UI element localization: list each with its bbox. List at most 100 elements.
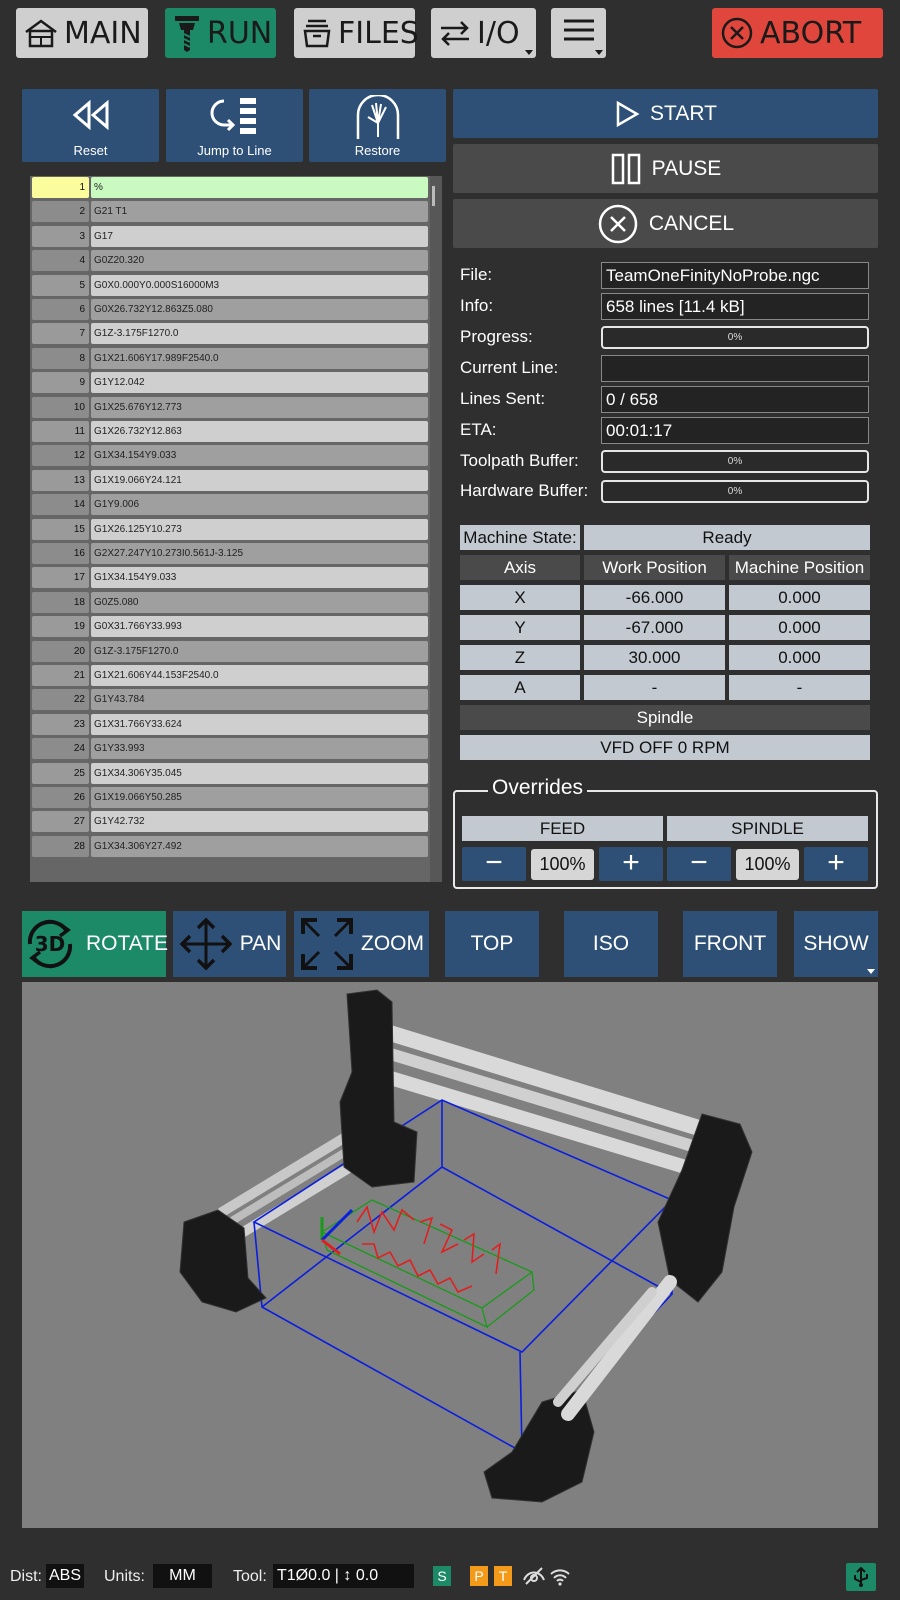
axis-z-name: Z: [460, 645, 580, 670]
view-front-button[interactable]: FRONT: [683, 911, 777, 977]
gcode-line-row[interactable]: 17 G1X34.154Y9.033: [30, 566, 442, 589]
axis-a-name: A: [460, 675, 580, 700]
view-iso-label: ISO: [592, 932, 630, 955]
hardware-buffer-bar: 0%: [601, 480, 869, 503]
gcode-line-row[interactable]: 5 G0X0.000Y0.000S16000M3: [30, 274, 442, 296]
hardware-buffer-row: Hardware Buffer: 0%: [460, 478, 870, 505]
gcode-line-row[interactable]: 28 G1X34.306Y27.492: [30, 835, 442, 857]
gcode-line-row[interactable]: 24 G1Y33.993: [30, 737, 442, 760]
machine-state-value: Ready: [584, 525, 870, 550]
dist-label: Dist:: [10, 1568, 42, 1585]
gcode-line-number: 28: [32, 835, 89, 857]
rotate-label: ROTATE: [85, 932, 169, 955]
restore-button[interactable]: Restore: [309, 89, 446, 162]
hardware-buffer-text: 0%: [727, 486, 743, 497]
gcode-line-text: G1X25.676Y12.773: [91, 396, 428, 418]
axis-a-machine: -: [729, 675, 870, 700]
gcode-line-number: 25: [32, 762, 89, 784]
dist-value: ABS: [46, 1564, 84, 1588]
feed-override-value: 100%: [531, 849, 594, 880]
gcode-line-text: G1X34.306Y35.045: [91, 762, 428, 784]
nav-io-button[interactable]: I/O: [431, 8, 536, 58]
gantry-parts: [179, 989, 753, 1503]
gcode-line-row[interactable]: 6 G0X26.732Y12.863Z5.080: [30, 298, 442, 320]
gcode-listing[interactable]: 1% 2 G21 T1 3 G17 4 G0Z20.320 5 G0X0.000Y0.000S1…: [30, 176, 442, 882]
axis-z-work: 30.000: [584, 645, 725, 670]
feed-decrease-button[interactable]: −: [462, 847, 526, 881]
spindle-increase-button[interactable]: +: [804, 847, 868, 881]
reset-button[interactable]: Reset: [22, 89, 159, 162]
view-iso-button[interactable]: ISO: [564, 911, 658, 977]
gcode-line-number: 24: [32, 738, 89, 760]
gcode-scrollbar-thumb[interactable]: [432, 186, 435, 206]
nav-run-button[interactable]: RUN: [165, 8, 276, 58]
gcode-line-row[interactable]: 1%: [30, 176, 442, 198]
nav-run-label: RUN: [207, 15, 273, 51]
view-top-button[interactable]: TOP: [445, 911, 539, 977]
nav-menu-button[interactable]: [551, 8, 606, 58]
gcode-line-row[interactable]: 22 G1Y43.784: [30, 688, 442, 711]
gcode-line-row[interactable]: 20 G1Z-3.175F1270.0: [30, 640, 442, 662]
cancel-button[interactable]: CANCEL: [453, 199, 878, 248]
gcode-line-row[interactable]: 26 G1X19.066Y50.285: [30, 786, 442, 808]
gcode-line-number: 22: [32, 689, 89, 711]
gcode-line-row[interactable]: 15 G1X26.125Y10.273: [30, 518, 442, 540]
progress-row: Progress: 0%: [460, 324, 870, 351]
gcode-line-row[interactable]: 19 G0X31.766Y33.993: [30, 615, 442, 638]
axis-x-name: X: [460, 585, 580, 610]
gcode-line-row[interactable]: 25 G1X34.306Y35.045: [30, 762, 442, 784]
dropdown-indicator-icon: [595, 50, 603, 55]
spindle-decrease-button[interactable]: −: [667, 847, 731, 881]
gcode-line-number: 2: [32, 201, 89, 223]
gcode-line-row[interactable]: 18 G0Z5.080: [30, 591, 442, 613]
zoom-label: ZOOM: [361, 932, 424, 955]
rotate-button[interactable]: 3D ROTATE: [22, 911, 169, 977]
gcode-scrollbar[interactable]: [430, 176, 442, 882]
jump-to-line-button[interactable]: Jump to Line: [166, 89, 303, 162]
feed-increase-button[interactable]: +: [599, 847, 663, 881]
wifi-icon: [549, 1566, 571, 1591]
gcode-line-text: G1Z-3.175F1270.0: [91, 323, 428, 345]
abort-button[interactable]: ABORT: [712, 8, 883, 58]
gcode-line-row[interactable]: 11 G1X26.732Y12.863: [30, 420, 442, 442]
gcode-line-row[interactable]: 2 G21 T1: [30, 200, 442, 223]
gcode-line-number: 20: [32, 640, 89, 662]
gcode-line-row[interactable]: 16 G2X27.247Y10.273I0.561J-3.125: [30, 542, 442, 564]
gcode-line-row[interactable]: 12 G1X34.154Y9.033: [30, 444, 442, 467]
home-icon: [24, 18, 58, 48]
progress-bar: 0%: [601, 326, 869, 349]
toolpath-3d-viewport[interactable]: [22, 982, 878, 1528]
gcode-line-row[interactable]: 13 G1X19.066Y24.121: [30, 469, 442, 491]
gcode-line-row[interactable]: 7 G1Z-3.175F1270.0: [30, 322, 442, 345]
usb-icon[interactable]: [846, 1563, 876, 1591]
gcode-line-row[interactable]: 3 G17: [30, 225, 442, 247]
show-options-button[interactable]: SHOW: [794, 911, 878, 977]
gcode-line-row[interactable]: 21 G1X21.606Y44.153F2540.0: [30, 664, 442, 686]
gcode-line-row[interactable]: 9 G1Y12.042: [30, 371, 442, 394]
gcode-line-text: G0X26.732Y12.863Z5.080: [91, 299, 428, 320]
gcode-line-text: G1X26.125Y10.273: [91, 518, 428, 540]
gcode-line-text: G1Y9.006: [91, 494, 428, 516]
gcode-line-row[interactable]: 8 G1X21.606Y17.989F2540.0: [30, 347, 442, 369]
reset-label: Reset: [73, 143, 108, 158]
abort-label: ABORT: [760, 15, 862, 51]
pause-button[interactable]: PAUSE: [453, 144, 878, 193]
info-label: Info:: [460, 296, 494, 315]
gcode-line-row[interactable]: 10 G1X25.676Y12.773: [30, 396, 442, 418]
start-button[interactable]: START: [453, 89, 878, 138]
nav-main-button[interactable]: MAIN: [16, 8, 148, 58]
gcode-line-row[interactable]: 27 G1Y42.732: [30, 810, 442, 833]
gcode-line-text: G1Y42.732: [91, 811, 428, 833]
axis-a-work: -: [584, 675, 725, 700]
toolpath-buffer-bar: 0%: [601, 450, 869, 473]
pan-button[interactable]: PAN: [173, 911, 286, 977]
eta-row: ETA: 00:01:17: [460, 417, 870, 444]
gcode-line-row[interactable]: 23 G1X31.766Y33.624: [30, 713, 442, 735]
toolpath-buffer-text: 0%: [727, 456, 743, 467]
zoom-button[interactable]: ZOOM: [294, 911, 429, 977]
gcode-line-row[interactable]: 14 G1Y9.006: [30, 493, 442, 516]
gcode-line-text: G1X19.066Y50.285: [91, 787, 428, 808]
p-status-badge: P: [470, 1566, 488, 1586]
gcode-line-row[interactable]: 4 G0Z20.320: [30, 249, 442, 272]
nav-files-button[interactable]: FILES: [294, 8, 419, 58]
